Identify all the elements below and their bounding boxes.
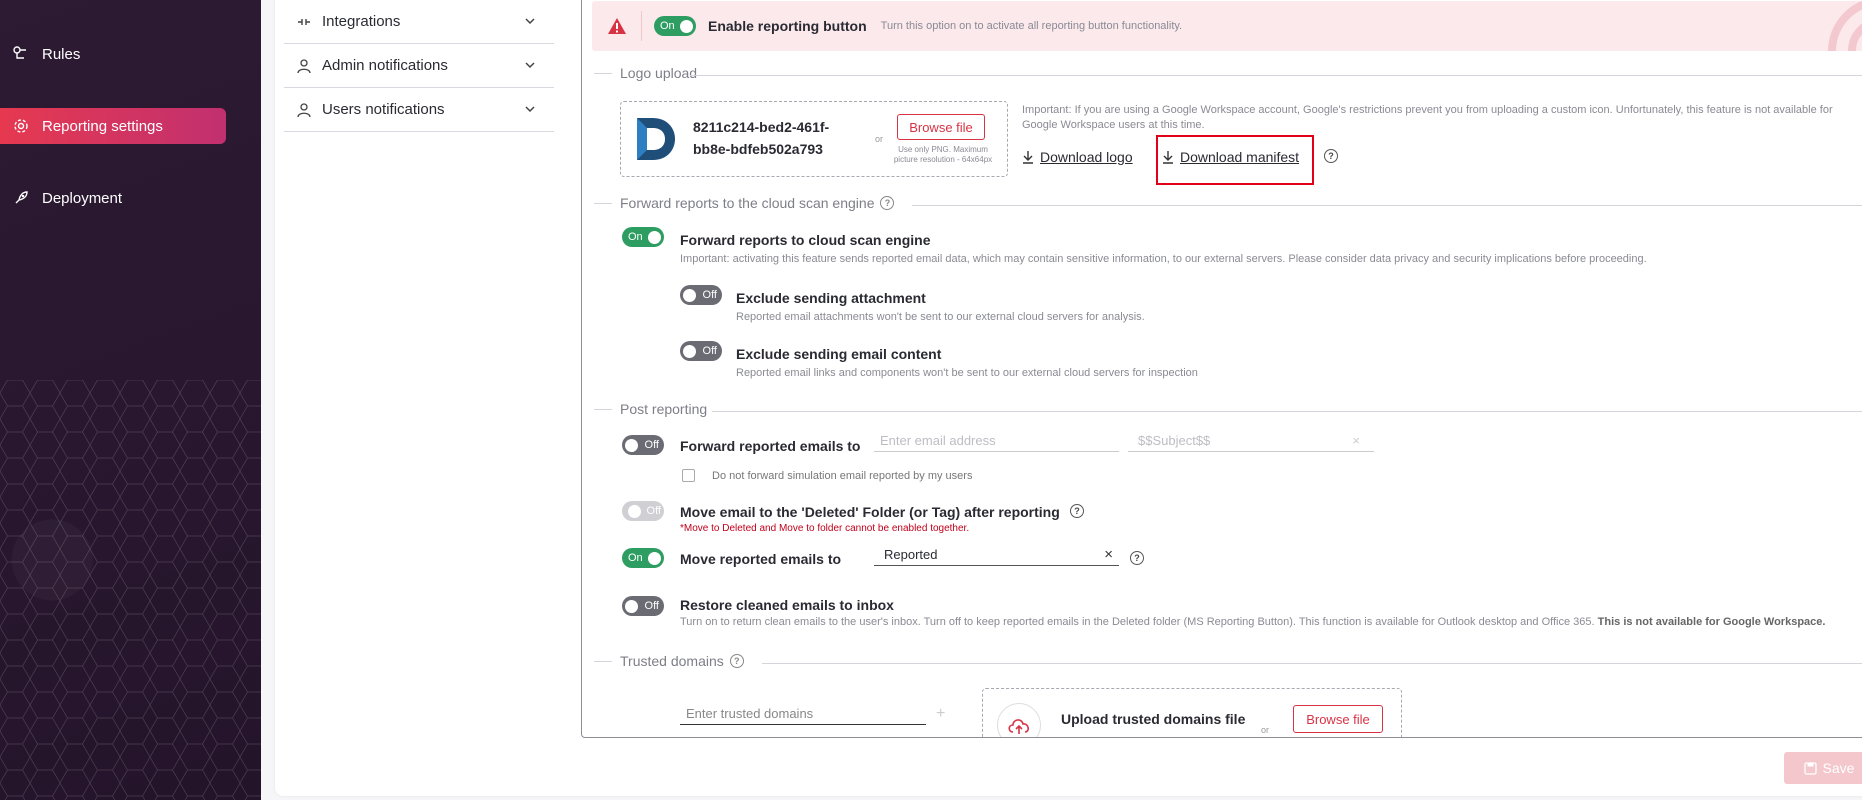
trusted-domains-upload-box: Upload trusted domains file or Browse fi… xyxy=(982,688,1402,737)
download-logo-label: Download logo xyxy=(1040,149,1133,165)
exclude-attachment-toggle[interactable]: Off xyxy=(680,285,722,305)
browse-logo-button[interactable]: Browse file xyxy=(897,114,985,140)
banner-decoration xyxy=(1828,1,1862,51)
chevron-down-icon xyxy=(524,58,536,75)
no-forward-simulation-label: Do not forward simulation email reported… xyxy=(712,470,973,482)
section-label-post-reporting: Post reporting xyxy=(620,401,708,417)
download-logo-link[interactable]: Download logo xyxy=(1022,149,1133,165)
section-label-trusted-domains: Trusted domains ? xyxy=(620,653,744,669)
google-workspace-note: Important: If you are using a Google Wor… xyxy=(1022,104,1833,131)
banner-description: Turn this option on to activate all repo… xyxy=(880,20,1183,32)
error-part: *Move to Deleted xyxy=(680,523,757,534)
rocket-icon xyxy=(12,189,30,207)
exclude-content-toggle[interactable]: Off xyxy=(680,341,722,361)
logo-file-id: 8211c214-bed2-461f-bb8e-bdfeb502a793 xyxy=(693,119,830,157)
restore-cleaned-description: Turn on to return clean emails to the us… xyxy=(680,616,1825,628)
clear-icon[interactable]: × xyxy=(1104,546,1113,563)
help-icon[interactable]: ? xyxy=(1070,504,1084,518)
error-part: Move to folder xyxy=(778,523,843,534)
trusted-domain-input[interactable]: Enter trusted domains xyxy=(680,703,926,725)
admin-user-icon xyxy=(296,58,312,74)
browse-trusted-button[interactable]: Browse file xyxy=(1293,705,1383,733)
exclude-content-title: Exclude sending email content xyxy=(736,346,942,362)
enable-reporting-toggle[interactable]: On xyxy=(654,16,696,36)
forward-cloud-description: Important: activating this feature sends… xyxy=(680,253,1647,265)
exclude-attachment-title: Exclude sending attachment xyxy=(736,290,926,306)
nav-item-rules[interactable]: Rules xyxy=(0,36,226,72)
add-domain-button[interactable]: + xyxy=(936,705,945,723)
integrations-icon xyxy=(296,14,312,30)
nav-item-label: Rules xyxy=(42,45,81,63)
gear-icon xyxy=(12,117,30,135)
forward-subject-input[interactable]: $$Subject$$ × xyxy=(1128,430,1374,452)
cloud-upload-icon xyxy=(997,703,1041,737)
reporting-settings-panel: On Enable reporting button Turn this opt… xyxy=(581,0,1862,738)
move-reported-toggle[interactable]: On xyxy=(622,548,664,568)
help-icon[interactable]: ? xyxy=(1130,551,1144,565)
chevron-down-icon xyxy=(524,14,536,31)
left-navigation: Rules Reporting settings Deployment xyxy=(0,0,261,800)
restore-cleaned-title: Restore cleaned emails to inbox xyxy=(680,597,894,613)
logo-preview xyxy=(633,114,679,164)
subnav-item-label: Integrations xyxy=(322,13,401,30)
restore-desc-bold: This is not available for Google Workspa… xyxy=(1594,616,1826,628)
forward-cloud-title: Forward reports to cloud scan engine xyxy=(680,232,931,248)
restore-cleaned-toggle[interactable]: Off xyxy=(622,596,664,616)
nav-item-reporting-settings[interactable]: Reporting settings xyxy=(0,108,226,144)
move-deleted-title: Move email to the 'Deleted' Folder (or T… xyxy=(680,504,1060,520)
help-icon[interactable]: ? xyxy=(729,654,744,668)
enable-reporting-banner: On Enable reporting button Turn this opt… xyxy=(592,1,1862,51)
save-icon xyxy=(1803,761,1817,775)
subject-placeholder: $$Subject$$ xyxy=(1138,433,1211,448)
hex-pattern-background xyxy=(0,380,261,800)
highlight-download-manifest xyxy=(1156,135,1314,185)
forward-cloud-toggle[interactable]: On xyxy=(622,227,664,247)
error-part: and xyxy=(756,523,779,534)
upload-trusted-title: Upload trusted domains file xyxy=(1061,711,1246,727)
save-label: Save xyxy=(1822,760,1855,776)
subnav-item-admin-notifications[interactable]: Admin notifications xyxy=(284,44,554,88)
help-icon[interactable]: ? xyxy=(880,196,895,210)
subnav-item-integrations[interactable]: Integrations xyxy=(284,0,554,44)
restore-desc-text: Turn on to return clean emails to the us… xyxy=(680,616,1595,628)
subnav-item-users-notifications[interactable]: Users notifications xyxy=(284,88,554,132)
move-folder-value: Reported xyxy=(884,547,938,562)
or-separator: or xyxy=(1261,725,1270,735)
nav-item-label: Deployment xyxy=(42,189,123,207)
chevron-down-icon xyxy=(524,102,536,119)
banner-title: Enable reporting button xyxy=(708,18,867,34)
section-label-logo-upload: Logo upload xyxy=(620,65,698,81)
settings-subnav: Integrations Admin notifications Users n… xyxy=(284,0,554,132)
user-icon xyxy=(296,102,312,118)
logo-upload-box: 8211c214-bed2-461f-bb8e-bdfeb502a793 or … xyxy=(620,101,1008,177)
move-conflict-error: *Move to Deleted and Move to folder cann… xyxy=(680,523,969,534)
move-deleted-toggle[interactable]: Off xyxy=(622,501,664,521)
or-separator: or xyxy=(875,134,884,144)
logo-hint: Use only PNG. Maximum picture resolution… xyxy=(893,145,993,164)
no-forward-simulation-checkbox[interactable] xyxy=(682,469,695,482)
download-icon xyxy=(1023,151,1033,164)
clear-icon[interactable]: × xyxy=(1352,433,1360,448)
rules-icon xyxy=(12,45,30,63)
nav-item-deployment[interactable]: Deployment xyxy=(0,180,226,216)
error-part: cannot be enabled together. xyxy=(842,523,970,534)
warning-icon xyxy=(592,11,642,41)
nav-item-label: Reporting settings xyxy=(42,117,163,135)
forward-email-input[interactable]: Enter email address xyxy=(874,430,1119,452)
toggle-label: On xyxy=(660,20,675,32)
subnav-item-label: Users notifications xyxy=(322,101,445,118)
move-reported-title: Move reported emails to xyxy=(680,551,842,567)
move-folder-input[interactable]: Reported × xyxy=(874,544,1119,566)
save-button[interactable]: Save xyxy=(1784,752,1862,784)
section-label-forward-reports: Forward reports to the cloud scan engine… xyxy=(620,195,895,211)
forward-reported-title: Forward reported emails to xyxy=(680,438,861,454)
help-icon[interactable]: ? xyxy=(1324,149,1338,163)
subnav-item-label: Admin notifications xyxy=(322,57,448,74)
forward-reported-toggle[interactable]: Off xyxy=(622,435,664,455)
exclude-attachment-description: Reported email attachments won't be sent… xyxy=(736,311,1145,323)
exclude-content-description: Reported email links and components won'… xyxy=(736,367,1198,379)
